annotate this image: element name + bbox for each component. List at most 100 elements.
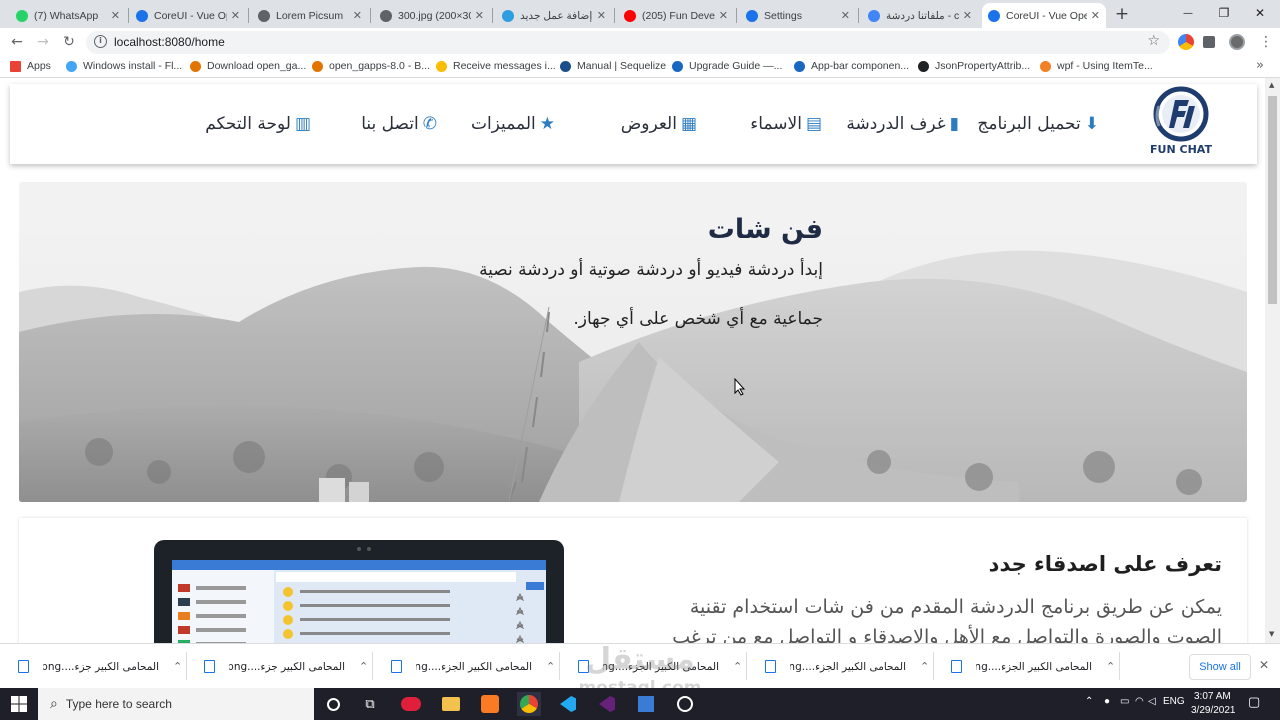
bookmark-item[interactable]: JsonPropertyAttrib... bbox=[918, 60, 1030, 72]
address-bar[interactable]: i localhost:8080/home ☆ bbox=[86, 31, 1170, 54]
clock-date[interactable]: 3/29/2021 bbox=[1191, 705, 1236, 716]
scroll-up-arrow-icon[interactable]: ▲ bbox=[1269, 81, 1274, 89]
volume-icon[interactable]: ◁ bbox=[1148, 696, 1156, 707]
bookmark-item[interactable]: Upgrade Guide —... bbox=[672, 60, 782, 72]
app-icon-red[interactable] bbox=[399, 692, 423, 716]
profile-avatar[interactable] bbox=[1229, 34, 1245, 50]
feature-title: تعرف على اصدقاء جدد bbox=[988, 552, 1222, 576]
task-view-icon[interactable]: ⧉ bbox=[358, 692, 382, 716]
start-button[interactable] bbox=[0, 688, 38, 720]
bookmark-item[interactable]: Manual | Sequelize bbox=[560, 60, 666, 72]
forward-button[interactable]: → bbox=[33, 32, 53, 52]
cortana-icon[interactable] bbox=[321, 692, 345, 716]
chevron-up-icon[interactable]: ⌃ bbox=[920, 660, 929, 673]
page-scrollbar[interactable]: ▲ ▼ bbox=[1265, 78, 1280, 643]
tab-close-icon[interactable]: ✕ bbox=[1091, 9, 1100, 22]
nav-item[interactable]: ▤ الاسماء bbox=[750, 114, 822, 134]
bookmark-item[interactable]: App-bar componen... bbox=[794, 60, 909, 72]
browser-tab[interactable]: (205) Fun Develo ✕ bbox=[618, 3, 734, 28]
tab-title: ملفاتنا دردشة - ch bbox=[886, 9, 959, 22]
notifications-icon[interactable]: ▢ bbox=[1248, 694, 1260, 710]
browser-tab[interactable]: CoreUI - Vue Ope ✕ bbox=[982, 3, 1106, 28]
picsum-icon bbox=[258, 9, 270, 22]
nav-item[interactable]: ⬇ تحميل البرنامج bbox=[977, 114, 1099, 134]
bookmark-item[interactable]: open_gapps-8.0 - B... bbox=[312, 60, 430, 72]
tray-chevron-icon[interactable]: ⌃ bbox=[1085, 696, 1093, 707]
browser-menu-icon[interactable]: ⋮ bbox=[1259, 34, 1273, 50]
bookmark-star-icon[interactable]: ☆ bbox=[1147, 33, 1160, 49]
window-close-button[interactable]: ✕ bbox=[1242, 0, 1278, 26]
file-explorer-icon[interactable] bbox=[439, 692, 463, 716]
download-item[interactable]: المحامى الكبير جزء....png ⌃ bbox=[186, 644, 371, 689]
puzzle-extensions-icon[interactable] bbox=[1203, 36, 1215, 48]
nav-item[interactable]: ★ المميزات bbox=[471, 114, 555, 134]
chevron-up-icon[interactable]: ⌃ bbox=[733, 660, 742, 673]
clock-time[interactable]: 3:07 AM bbox=[1194, 691, 1231, 702]
browser-tab[interactable]: ملفاتنا دردشة - ch ✕ bbox=[862, 3, 978, 28]
scroll-down-arrow-icon[interactable]: ▼ bbox=[1269, 630, 1274, 638]
tab-close-icon[interactable]: ✕ bbox=[231, 9, 240, 22]
url-text[interactable]: localhost:8080/home bbox=[114, 35, 225, 49]
tab-close-icon[interactable]: ✕ bbox=[719, 9, 728, 22]
feature-section: تعرف على اصدقاء جدد يمكن عن طريق برنامج … bbox=[19, 518, 1247, 643]
browser-tab[interactable]: (7) WhatsApp ✕ bbox=[10, 3, 126, 28]
chevron-up-icon[interactable]: ⌃ bbox=[1106, 660, 1115, 673]
vscode-icon[interactable] bbox=[556, 692, 580, 716]
info-icon[interactable]: i bbox=[94, 35, 107, 48]
tab-separator bbox=[492, 8, 493, 23]
whatsapp-icon bbox=[16, 9, 28, 22]
network-icon[interactable]: ◠ bbox=[1135, 696, 1144, 707]
maximize-button[interactable]: ❐ bbox=[1206, 0, 1242, 26]
browser-tab[interactable]: CoreUI - Vue Open ✕ bbox=[130, 3, 246, 28]
show-all-downloads-button[interactable]: Show all bbox=[1189, 654, 1251, 680]
download-item[interactable]: المحامى الكبير الجزء....png ⌃ bbox=[933, 644, 1118, 689]
browser-tab[interactable]: 300.jpg (200×300) ✕ bbox=[374, 3, 490, 28]
language-indicator[interactable]: ENG bbox=[1163, 696, 1185, 707]
browser-tab[interactable]: Lorem Picsum ✕ bbox=[252, 3, 368, 28]
download-item[interactable]: المحامى الكبير الجزء....png ⌃ bbox=[560, 644, 745, 689]
chevron-up-icon[interactable]: ⌃ bbox=[173, 660, 182, 673]
nav-item[interactable]: ▮ غرف الدردشة bbox=[846, 114, 959, 134]
more-bookmarks-icon[interactable]: » bbox=[1256, 58, 1264, 73]
bookmark-item[interactable]: Windows install - Fl... bbox=[66, 60, 182, 72]
tab-close-icon[interactable]: ✕ bbox=[111, 9, 120, 22]
download-item[interactable]: المحامى الكبير الجزء....png ⌃ bbox=[373, 644, 558, 689]
chevron-up-icon[interactable]: ⌃ bbox=[359, 660, 368, 673]
close-downloads-button[interactable]: ✕ bbox=[1259, 658, 1269, 672]
tab-close-icon[interactable]: ✕ bbox=[963, 9, 972, 22]
bookmark-item[interactable]: Download open_ga... bbox=[190, 60, 306, 72]
xampp-icon[interactable] bbox=[478, 692, 502, 716]
fun-chat-logo[interactable]: FUN CHAT bbox=[1145, 86, 1217, 158]
download-item[interactable]: المحامى الكبير جزء....png ⌃ bbox=[0, 644, 185, 689]
tab-separator bbox=[248, 8, 249, 23]
tab-close-icon[interactable]: ✕ bbox=[841, 9, 850, 22]
microphone-icon[interactable]: ● bbox=[1104, 696, 1110, 707]
minimize-button[interactable]: — bbox=[1170, 0, 1206, 26]
browser-tab[interactable]: إضافة عمل جديد ✕ bbox=[496, 3, 612, 28]
nav-item[interactable]: ✆ اتصل بنا bbox=[361, 114, 437, 134]
visual-studio-icon[interactable] bbox=[595, 692, 619, 716]
chevron-up-icon[interactable]: ⌃ bbox=[546, 660, 555, 673]
taskbar-search[interactable]: ⌕ Type here to search bbox=[38, 688, 314, 720]
bookmark-item[interactable]: Apps bbox=[10, 60, 51, 72]
github-icon[interactable] bbox=[673, 692, 697, 716]
tab-close-icon[interactable]: ✕ bbox=[475, 9, 484, 22]
nav-item[interactable]: ▥ لوحة التحكم bbox=[205, 114, 311, 134]
browser-tab[interactable]: Settings ✕ bbox=[740, 3, 856, 28]
nav-item[interactable]: ▦ العروض bbox=[621, 114, 697, 134]
bookmark-item[interactable]: Receive messages i... bbox=[436, 60, 556, 72]
scrollbar-thumb[interactable] bbox=[1268, 96, 1277, 304]
visual-studio-blue-icon[interactable] bbox=[634, 692, 658, 716]
back-button[interactable]: ← bbox=[7, 32, 27, 52]
reload-button[interactable]: ↻ bbox=[59, 32, 79, 52]
file-icon bbox=[765, 660, 776, 673]
bookmark-item[interactable]: wpf - Using ItemTe... bbox=[1040, 60, 1153, 72]
extension-color-icon[interactable] bbox=[1178, 34, 1194, 50]
nav-label: اتصل بنا bbox=[361, 114, 419, 134]
tab-close-icon[interactable]: ✕ bbox=[353, 9, 362, 22]
tab-close-icon[interactable]: ✕ bbox=[597, 9, 606, 22]
battery-icon[interactable]: ▭ bbox=[1120, 696, 1129, 707]
new-tab-button[interactable]: + bbox=[1112, 4, 1132, 24]
chrome-icon[interactable] bbox=[517, 692, 541, 716]
download-item[interactable]: المحامى الكبير الجزء....png ⌃ bbox=[747, 644, 932, 689]
